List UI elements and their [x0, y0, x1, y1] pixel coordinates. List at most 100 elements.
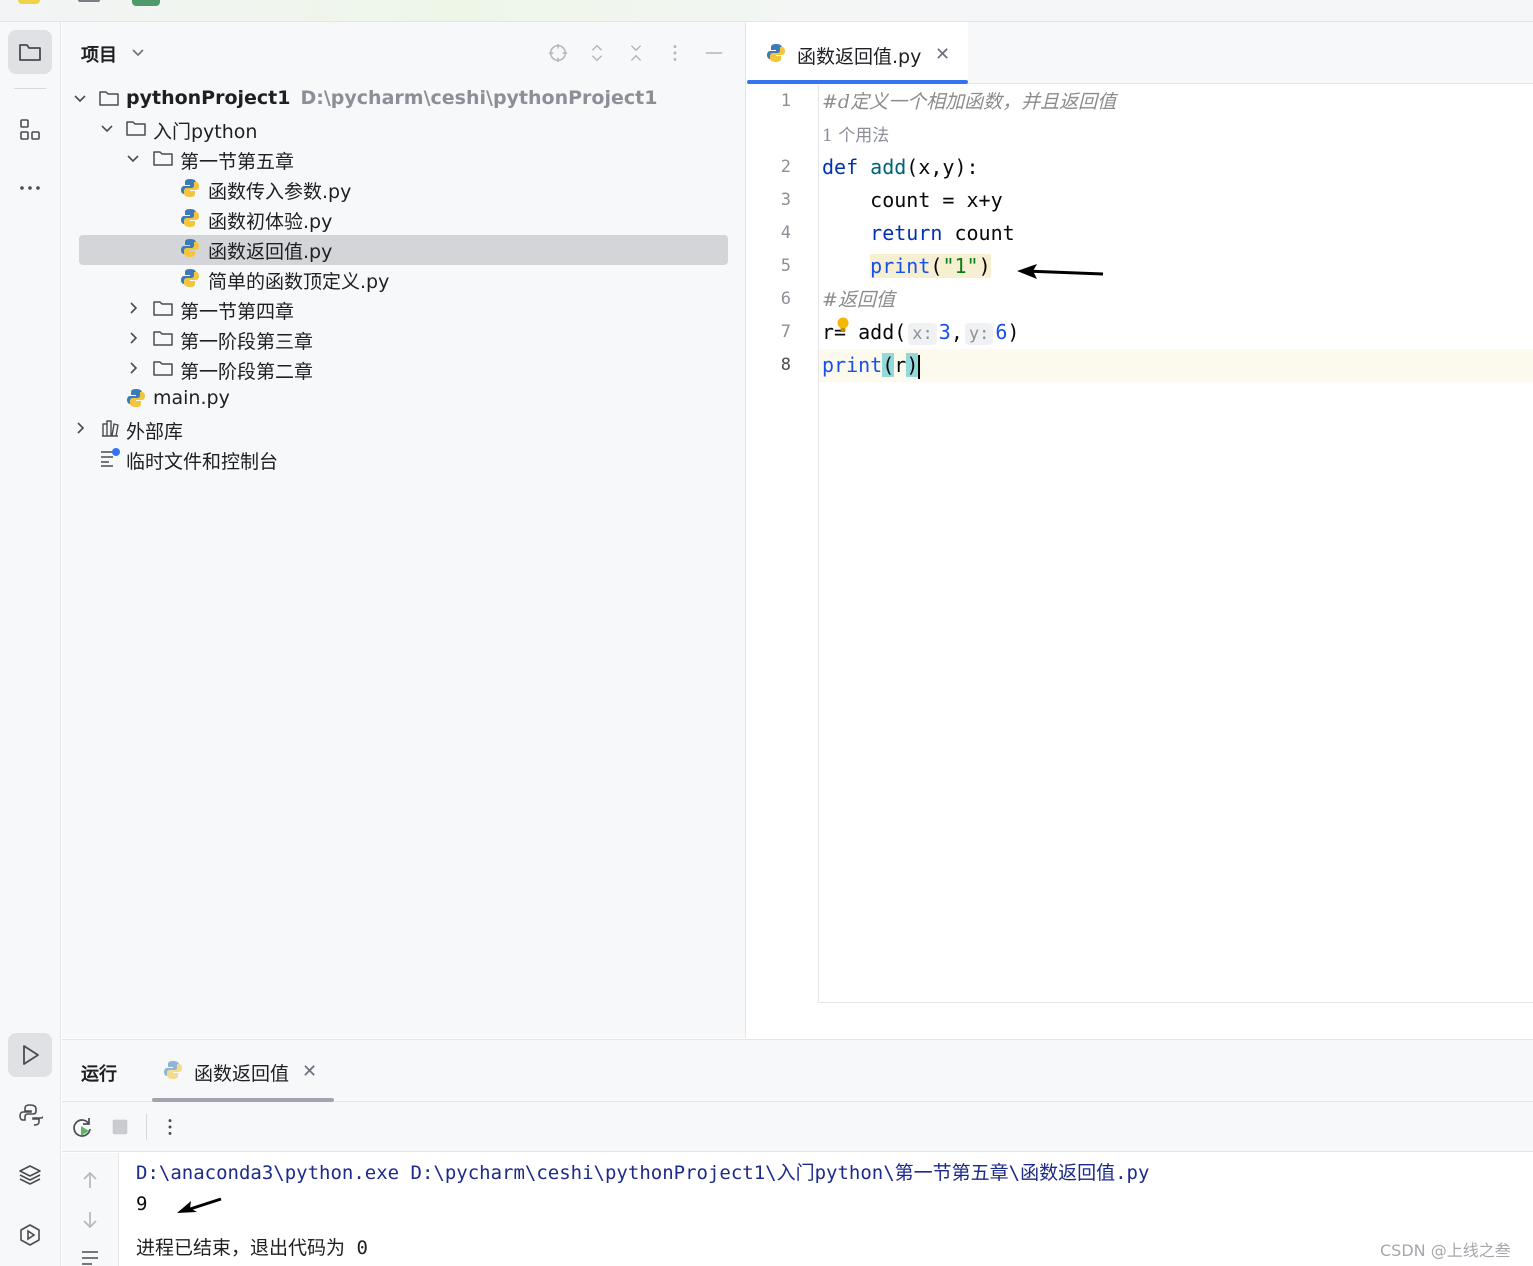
line-number: 6 — [780, 289, 791, 309]
rerun-button[interactable] — [70, 1115, 94, 1139]
soft-wrap-icon[interactable] — [79, 1249, 101, 1266]
python-file-icon — [181, 239, 199, 257]
chevron-right-icon[interactable] — [125, 300, 141, 316]
collapse-all-button[interactable] — [624, 41, 648, 65]
parameter-hint: x: — [908, 323, 937, 345]
tree-item-file[interactable]: 函数传入参数.py — [62, 174, 746, 204]
tree-item-folder[interactable]: 第一节第五章 — [62, 144, 746, 174]
arrow-up-icon[interactable] — [79, 1169, 101, 1191]
hide-panel-button[interactable] — [702, 41, 726, 65]
folder-icon — [153, 361, 173, 376]
code-keyword: return — [870, 221, 943, 245]
minimize-icon — [705, 52, 723, 54]
locate-file-button[interactable] — [546, 41, 570, 65]
chevron-right-icon[interactable] — [125, 360, 141, 376]
close-icon[interactable]: ✕ — [935, 44, 950, 65]
text-caret — [918, 354, 921, 379]
app-logo-icon[interactable] — [18, 0, 40, 4]
close-icon[interactable]: ✕ — [302, 1061, 317, 1082]
code-line-2: def add(x,y): — [822, 151, 979, 184]
structure-tool-button[interactable] — [8, 108, 52, 152]
tree-item-label: main.py — [153, 387, 230, 409]
python-file-icon — [767, 44, 785, 62]
line-number: 8 — [780, 355, 791, 375]
tree-item-file[interactable]: main.py — [62, 384, 746, 414]
code-string: "1" — [942, 254, 979, 278]
console-program-output: 9 — [136, 1193, 148, 1215]
services-icon — [20, 1224, 40, 1246]
tree-item-label: 第一阶段第三章 — [180, 331, 314, 353]
code-line-7: r= add(x: 3, y: 6) — [822, 316, 1019, 349]
tree-item-label: 临时文件和控制台 — [126, 451, 279, 473]
code-text: ) — [978, 254, 991, 278]
tree-item-folder[interactable]: 第一阶段第二章 — [62, 354, 746, 384]
tree-item-file-selected[interactable]: 函数返回值.py — [62, 234, 746, 265]
services-button[interactable] — [8, 1213, 52, 1257]
stop-button[interactable] — [108, 1115, 132, 1139]
tree-item-scratches[interactable]: 临时文件和控制台 — [62, 444, 746, 474]
tree-item-project-root[interactable]: pythonProject1 D:\pycharm\ceshi\pythonPro… — [62, 84, 746, 114]
line-number: 3 — [780, 190, 791, 210]
lightbulb-icon[interactable] — [836, 317, 850, 333]
python-packages-button[interactable] — [8, 1153, 52, 1197]
chevron-right-icon[interactable] — [125, 330, 141, 346]
activity-separator — [14, 88, 46, 89]
code-function-name: add — [870, 155, 907, 179]
console-output[interactable]: D:\anaconda3\python.exe D:\pycharm\ceshi… — [136, 1158, 1149, 1260]
folder-icon — [153, 331, 173, 346]
python-file-icon — [181, 179, 199, 197]
code-line-1: #d定义一个相加函数，并且返回值 — [822, 85, 1116, 118]
project-tool-button[interactable] — [8, 30, 52, 74]
line-number-gutter: 1 2 3 4 5 6 7 8 — [747, 85, 819, 1003]
tree-item-label: 函数返回值.py — [208, 241, 333, 263]
python-console-button[interactable] — [8, 1093, 52, 1137]
collapse-icon — [630, 45, 642, 61]
more-dots-icon — [20, 186, 40, 190]
run-tool-button[interactable] — [8, 1033, 52, 1077]
more-tools-button[interactable] — [8, 166, 52, 210]
code-text: count = x+y — [822, 188, 1003, 212]
tree-item-folder[interactable]: 第一阶段第三章 — [62, 324, 746, 354]
expand-all-button[interactable] — [585, 41, 609, 65]
chevron-down-icon[interactable] — [130, 44, 146, 60]
main-menu-icon[interactable] — [78, 0, 100, 2]
tree-item-folder[interactable]: 入门python — [62, 114, 746, 144]
layers-icon — [19, 1165, 41, 1185]
tree-item-file[interactable]: 函数初体验.py — [62, 204, 746, 234]
code-text: ( — [882, 353, 895, 377]
project-panel-title[interactable]: 项目 — [81, 41, 117, 67]
editor-tab-bar: 函数返回值.py ✕ — [747, 22, 1533, 84]
chevron-down-icon[interactable] — [125, 150, 141, 166]
tree-item-label: 第一节第四章 — [180, 301, 295, 323]
code-number: 3 — [938, 320, 951, 344]
tree-item-external-libraries[interactable]: 外部库 — [62, 414, 746, 444]
code-keyword: def — [822, 155, 859, 179]
toolbar-separator — [146, 1114, 147, 1140]
editor-tab-active[interactable]: 函数返回值.py ✕ — [747, 22, 968, 84]
usage-hint[interactable]: 1 个用法 — [822, 121, 889, 146]
tree-item-label: 简单的函数顶定义.py — [208, 271, 390, 293]
run-tab-active[interactable]: 函数返回值 ✕ — [152, 1040, 334, 1102]
python-console-icon — [19, 1104, 43, 1126]
code-line-4: return count — [822, 217, 1015, 250]
line-number: 2 — [780, 157, 791, 177]
python-file-icon — [127, 389, 145, 407]
line-number: 1 — [780, 91, 791, 111]
more-options-button[interactable] — [158, 1115, 182, 1139]
chevron-down-icon[interactable] — [99, 120, 115, 136]
arrow-down-icon[interactable] — [79, 1209, 101, 1231]
line-number: 4 — [780, 223, 791, 243]
code-editor[interactable]: 1 2 3 4 5 6 7 8 #d定义一个相加函数，并且返回值 1 个用法 d… — [747, 85, 1533, 1003]
tree-item-folder[interactable]: 第一节第四章 — [62, 294, 746, 324]
chevron-down-icon[interactable] — [72, 90, 88, 106]
python-file-icon — [181, 269, 199, 287]
project-widget-icon[interactable] — [132, 0, 160, 6]
chevron-right-icon[interactable] — [72, 420, 88, 436]
tree-item-label: 函数传入参数.py — [208, 181, 352, 203]
expand-icon — [591, 44, 603, 62]
editor-tab-label: 函数返回值.py — [797, 46, 922, 68]
vertical-dots-icon — [673, 45, 677, 61]
options-button[interactable] — [663, 41, 687, 65]
code-line-5: print("1") — [822, 250, 991, 283]
tree-item-file[interactable]: 简单的函数顶定义.py — [62, 264, 746, 294]
